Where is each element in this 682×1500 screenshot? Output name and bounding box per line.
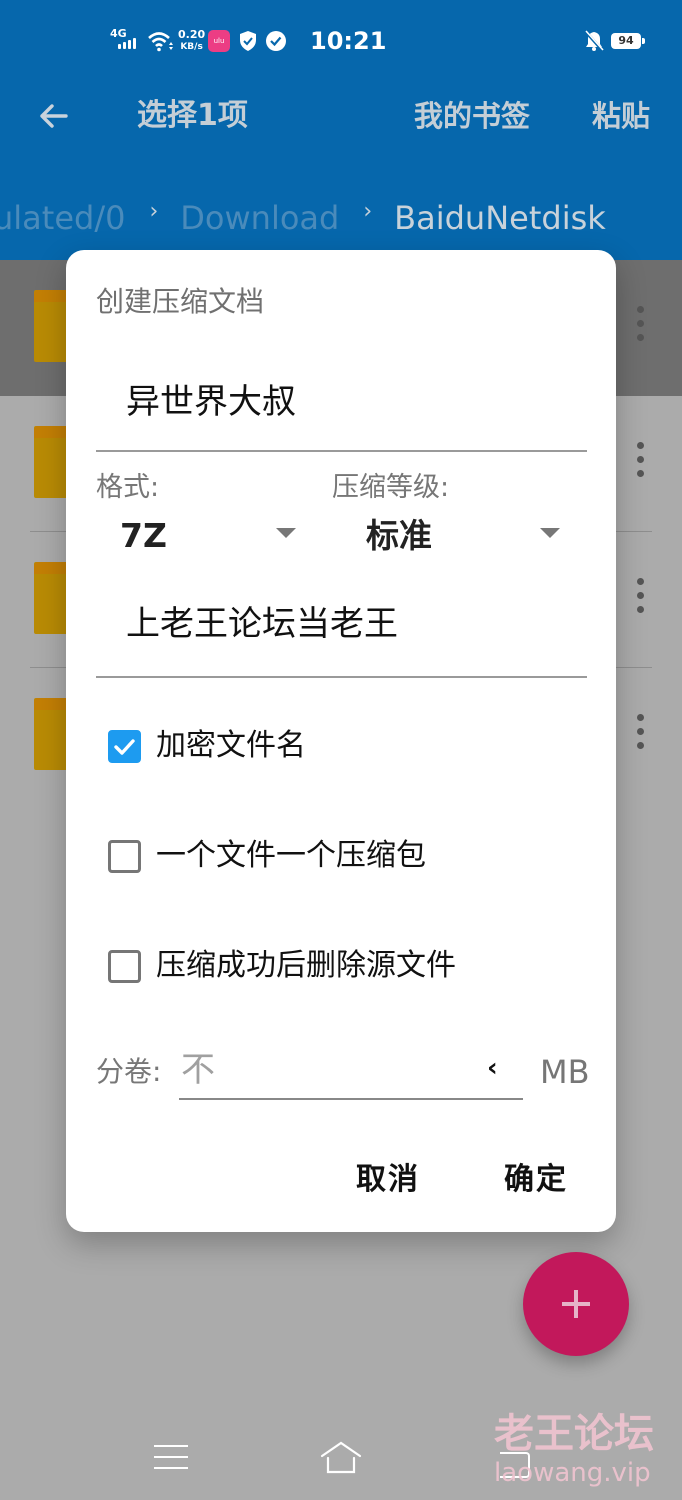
arrow-left-icon[interactable] <box>36 98 72 134</box>
chevron-right-icon: › <box>363 199 373 224</box>
option-one-archive-per-file[interactable]: 一个文件一个压缩包 <box>108 834 426 878</box>
checkbox-unchecked[interactable] <box>108 839 141 873</box>
level-value: 标准 <box>366 516 432 555</box>
option-label: 一个文件一个压缩包 <box>156 838 426 873</box>
menu-icon[interactable] <box>154 1445 188 1475</box>
chevron-right-icon: › <box>149 199 159 224</box>
more-vert-icon[interactable] <box>634 578 646 618</box>
more-vert-icon[interactable] <box>634 714 646 754</box>
signal-icon <box>118 38 136 49</box>
dropdown-arrow-icon <box>276 528 296 538</box>
more-vert-icon[interactable] <box>634 442 646 482</box>
more-vert-icon[interactable] <box>634 306 646 346</box>
level-label: 压缩等级: <box>332 472 450 503</box>
selection-title: 选择1项 <box>137 98 248 133</box>
bell-muted-icon <box>584 30 604 51</box>
password-value: 上老王论坛当老王 <box>126 604 398 644</box>
split-size-input[interactable]: 不 ‹ <box>179 1046 523 1100</box>
archive-name-input[interactable]: 异世界大叔 <box>96 358 587 452</box>
add-button[interactable] <box>523 1252 629 1356</box>
option-delete-source[interactable]: 压缩成功后删除源文件 <box>108 944 456 988</box>
dialog-title: 创建压缩文档 <box>96 285 265 318</box>
watermark-title: 老王论坛 <box>494 1411 654 1457</box>
format-select[interactable]: 7Z <box>96 512 306 562</box>
format-label: 格式: <box>96 472 160 503</box>
split-placeholder: 不 <box>181 1050 215 1090</box>
dropdown-arrow-icon <box>540 528 560 538</box>
checkbox-unchecked[interactable] <box>108 949 141 983</box>
network-speed: 0.20 KB/s <box>178 29 205 53</box>
paste-button[interactable]: 粘贴 <box>592 96 650 136</box>
home-icon[interactable] <box>318 1440 364 1476</box>
clock: 10:21 <box>310 27 387 55</box>
battery-icon: 94 <box>611 33 645 49</box>
option-label: 压缩成功后删除源文件 <box>156 948 456 983</box>
breadcrumb-item[interactable]: Download <box>180 196 339 240</box>
breadcrumb-item[interactable]: ulated/0 <box>0 196 125 240</box>
archive-name-value: 异世界大叔 <box>126 382 296 422</box>
cancel-button[interactable]: 取消 <box>356 1158 420 1202</box>
breadcrumb: ulated/0 › Download › BaiduNetdisk <box>0 196 606 240</box>
app-bar: 4G 0.20 KB/s ulu 10:21 94 选择1项 我的书签 粘贴 u… <box>0 0 682 260</box>
split-unit: MB <box>540 1053 590 1091</box>
option-encrypt-filenames[interactable]: 加密文件名 <box>108 724 306 768</box>
app-icon: ulu <box>208 30 230 52</box>
watermark-url: laowang.vip <box>494 1458 651 1488</box>
password-input[interactable]: 上老王论坛当老王 <box>96 588 587 678</box>
create-archive-dialog: 创建压缩文档 异世界大叔 格式: 压缩等级: 7Z 标准 上老王论坛当老王 加密… <box>66 250 616 1232</box>
check-circle-icon <box>266 31 286 51</box>
speed-value: 0.20 <box>178 28 206 41</box>
speed-unit: KB/s <box>180 42 203 52</box>
split-label: 分卷: <box>96 1055 162 1088</box>
toolbar: 选择1项 我的书签 粘贴 <box>0 88 682 148</box>
ok-button[interactable]: 确定 <box>504 1158 568 1202</box>
status-bar: 4G 0.20 KB/s ulu 10:21 94 <box>0 26 682 58</box>
option-label: 加密文件名 <box>156 728 306 763</box>
level-select[interactable]: 标准 <box>336 512 566 562</box>
chevron-left-icon[interactable]: ‹ <box>487 1050 498 1086</box>
checkmark-icon <box>114 738 135 755</box>
breadcrumb-item-current[interactable]: BaiduNetdisk <box>394 196 606 240</box>
shield-icon <box>240 31 256 51</box>
checkbox-checked[interactable] <box>108 729 141 763</box>
wifi-icon <box>148 32 173 52</box>
bookmarks-button[interactable]: 我的书签 <box>414 96 530 136</box>
format-value: 7Z <box>120 516 167 555</box>
